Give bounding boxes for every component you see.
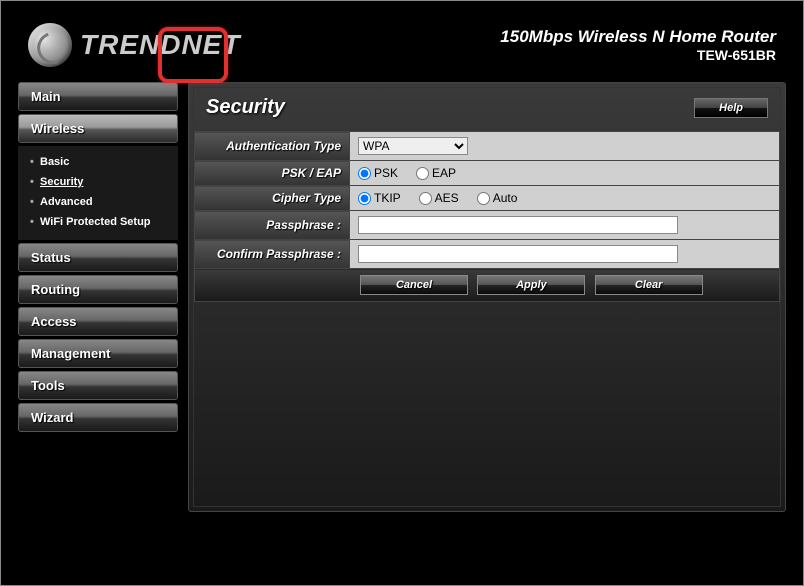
nav-main[interactable]: Main bbox=[18, 82, 178, 111]
passphrase-label: Passphrase : bbox=[195, 211, 350, 240]
help-button[interactable]: Help bbox=[694, 98, 768, 118]
subnav-security[interactable]: Security bbox=[18, 172, 178, 192]
apply-button[interactable]: Apply bbox=[477, 275, 585, 295]
auto-radio-label: Auto bbox=[493, 191, 518, 205]
auth-type-select[interactable]: WPA bbox=[358, 137, 468, 155]
nav-wireless[interactable]: Wireless bbox=[18, 114, 178, 143]
subnav-wireless: Basic Security Advanced WiFi Protected S… bbox=[18, 146, 178, 240]
nav-tools[interactable]: Tools bbox=[18, 371, 178, 400]
nav-management[interactable]: Management bbox=[18, 339, 178, 368]
logo-area: TRENDNET bbox=[28, 23, 240, 67]
passphrase-input[interactable] bbox=[358, 216, 678, 234]
subnav-wps[interactable]: WiFi Protected Setup bbox=[18, 212, 178, 232]
brand-logo-icon bbox=[28, 23, 72, 67]
nav-status[interactable]: Status bbox=[18, 243, 178, 272]
clear-button[interactable]: Clear bbox=[595, 275, 703, 295]
auth-type-label: Authentication Type bbox=[195, 132, 350, 161]
product-model: TEW-651BR bbox=[500, 47, 776, 63]
confirm-passphrase-label: Confirm Passphrase : bbox=[195, 240, 350, 269]
security-form: Authentication Type WPA PSK / EAP bbox=[194, 131, 780, 302]
aes-radio-label: AES bbox=[435, 191, 459, 205]
psk-eap-label: PSK / EAP bbox=[195, 161, 350, 186]
brand-name: TRENDNET bbox=[80, 29, 240, 61]
header-right: 150Mbps Wireless N Home Router TEW-651BR bbox=[500, 27, 776, 63]
subnav-advanced[interactable]: Advanced bbox=[18, 192, 178, 212]
cancel-button[interactable]: Cancel bbox=[360, 275, 468, 295]
tkip-radio[interactable] bbox=[358, 192, 371, 205]
header: TRENDNET 150Mbps Wireless N Home Router … bbox=[13, 13, 791, 82]
subnav-basic[interactable]: Basic bbox=[18, 152, 178, 172]
product-title: 150Mbps Wireless N Home Router bbox=[500, 27, 776, 47]
tkip-radio-label: TKIP bbox=[374, 191, 401, 205]
main-panel: Security Help Authentication Type WPA PS… bbox=[188, 82, 786, 512]
psk-radio-label: PSK bbox=[374, 166, 398, 180]
eap-radio[interactable] bbox=[416, 167, 429, 180]
sidebar: Main Wireless Basic Security Advanced Wi… bbox=[18, 82, 178, 512]
psk-radio[interactable] bbox=[358, 167, 371, 180]
confirm-passphrase-input[interactable] bbox=[358, 245, 678, 263]
page-title: Security bbox=[206, 96, 285, 119]
eap-radio-label: EAP bbox=[432, 166, 456, 180]
cipher-type-label: Cipher Type bbox=[195, 186, 350, 211]
aes-radio[interactable] bbox=[419, 192, 432, 205]
nav-routing[interactable]: Routing bbox=[18, 275, 178, 304]
auto-radio[interactable] bbox=[477, 192, 490, 205]
nav-access[interactable]: Access bbox=[18, 307, 178, 336]
nav-wizard[interactable]: Wizard bbox=[18, 403, 178, 432]
